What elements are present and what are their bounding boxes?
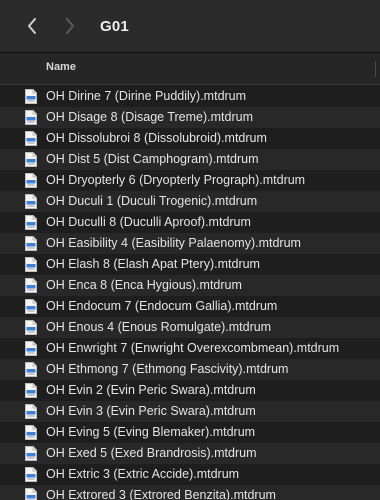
document-icon xyxy=(25,278,37,293)
file-row[interactable]: OH Duculli 8 (Duculli Aproof).mtdrum xyxy=(0,212,380,233)
document-icon xyxy=(25,404,37,419)
column-header: Name xyxy=(0,53,380,85)
column-header-name[interactable]: Name xyxy=(46,61,76,73)
file-name: OH Ethmong 7 (Ethmong Fascivity).mtdrum xyxy=(46,362,289,376)
forward-button[interactable] xyxy=(58,11,82,41)
file-name: OH Enous 4 (Enous Romulgate).mtdrum xyxy=(46,320,272,334)
file-row[interactable]: OH Dist 5 (Dist Camphogram).mtdrum xyxy=(0,149,380,170)
file-row[interactable]: OH Extrored 3 (Extrored Benzita).mtdrum xyxy=(0,485,380,500)
chevron-right-icon xyxy=(66,18,74,34)
chevron-left-icon xyxy=(28,18,36,34)
document-icon xyxy=(25,299,37,314)
file-name: OH Dirine 7 (Dirine Puddily).mtdrum xyxy=(46,89,247,103)
back-button[interactable] xyxy=(20,11,44,41)
document-icon xyxy=(25,425,37,440)
document-icon xyxy=(25,236,37,251)
file-name: OH Easibility 4 (Easibility Palaenomy).m… xyxy=(46,236,301,250)
folder-title: G01 xyxy=(100,17,129,35)
file-name: OH Extric 3 (Extric Accide).mtdrum xyxy=(46,467,240,481)
file-row[interactable]: OH Enca 8 (Enca Hygious).mtdrum xyxy=(0,275,380,296)
document-icon xyxy=(25,320,37,335)
file-name: OH Eving 5 (Eving Blemaker).mtdrum xyxy=(46,425,256,439)
file-name: OH Enca 8 (Enca Hygious).mtdrum xyxy=(46,278,242,292)
document-icon xyxy=(25,446,37,461)
document-icon xyxy=(25,89,37,104)
file-name: OH Evin 2 (Evin Peric Swara).mtdrum xyxy=(46,383,256,397)
document-icon xyxy=(25,362,37,377)
file-row[interactable]: OH Enwright 7 (Enwright Overexcombmean).… xyxy=(0,338,380,359)
file-row[interactable]: OH Disage 8 (Disage Treme).mtdrum xyxy=(0,107,380,128)
document-icon xyxy=(25,152,37,167)
file-row[interactable]: OH Dirine 7 (Dirine Puddily).mtdrum xyxy=(0,86,380,107)
file-row[interactable]: OH Endocum 7 (Endocum Gallia).mtdrum xyxy=(0,296,380,317)
document-icon xyxy=(25,173,37,188)
file-row[interactable]: OH Evin 2 (Evin Peric Swara).mtdrum xyxy=(0,380,380,401)
file-row[interactable]: OH Duculi 1 (Duculi Trogenic).mtdrum xyxy=(0,191,380,212)
document-icon xyxy=(25,383,37,398)
document-icon xyxy=(25,467,37,482)
file-row[interactable]: OH Dryopterly 6 (Dryopterly Prograph).mt… xyxy=(0,170,380,191)
document-icon xyxy=(25,215,37,230)
file-name: OH Duculli 8 (Duculli Aproof).mtdrum xyxy=(46,215,251,229)
file-name: OH Elash 8 (Elash Apat Ptery).mtdrum xyxy=(46,257,260,271)
document-icon xyxy=(25,257,37,272)
file-row[interactable]: OH Enous 4 (Enous Romulgate).mtdrum xyxy=(0,317,380,338)
file-name: OH Dryopterly 6 (Dryopterly Prograph).mt… xyxy=(46,173,306,187)
file-name: OH Endocum 7 (Endocum Gallia).mtdrum xyxy=(46,299,278,313)
file-row[interactable]: OH Ethmong 7 (Ethmong Fascivity).mtdrum xyxy=(0,359,380,380)
file-row[interactable]: OH Evin 3 (Evin Peric Swara).mtdrum xyxy=(0,401,380,422)
file-row[interactable]: OH Exed 5 (Exed Brandrosis).mtdrum xyxy=(0,443,380,464)
file-row[interactable]: OH Eving 5 (Eving Blemaker).mtdrum xyxy=(0,422,380,443)
file-name: OH Evin 3 (Evin Peric Swara).mtdrum xyxy=(46,404,256,418)
file-row[interactable]: OH Dissolubroi 8 (Dissolubroid).mtdrum xyxy=(0,128,380,149)
document-icon xyxy=(25,194,37,209)
file-list: OH Dirine 7 (Dirine Puddily).mtdrum OH Di… xyxy=(0,86,380,500)
file-name: OH Dissolubroi 8 (Dissolubroid).mtdrum xyxy=(46,131,267,145)
toolbar: G01 xyxy=(0,0,380,52)
column-resize-handle[interactable] xyxy=(375,61,376,77)
file-name: OH Dist 5 (Dist Camphogram).mtdrum xyxy=(46,152,259,166)
finder-window: G01 Name OH Dirine 7 (Dirine Puddily).mt… xyxy=(0,0,380,500)
file-name: OH Extrored 3 (Extrored Benzita).mtdrum xyxy=(46,488,276,500)
document-icon xyxy=(25,488,37,500)
document-icon xyxy=(25,131,37,146)
file-name: OH Exed 5 (Exed Brandrosis).mtdrum xyxy=(46,446,257,460)
file-row[interactable]: OH Extric 3 (Extric Accide).mtdrum xyxy=(0,464,380,485)
file-name: OH Duculi 1 (Duculi Trogenic).mtdrum xyxy=(46,194,258,208)
file-row[interactable]: OH Easibility 4 (Easibility Palaenomy).m… xyxy=(0,233,380,254)
file-name: OH Disage 8 (Disage Treme).mtdrum xyxy=(46,110,254,124)
document-icon xyxy=(25,341,37,356)
file-row[interactable]: OH Elash 8 (Elash Apat Ptery).mtdrum xyxy=(0,254,380,275)
document-icon xyxy=(25,110,37,125)
file-name: OH Enwright 7 (Enwright Overexcombmean).… xyxy=(46,341,340,355)
